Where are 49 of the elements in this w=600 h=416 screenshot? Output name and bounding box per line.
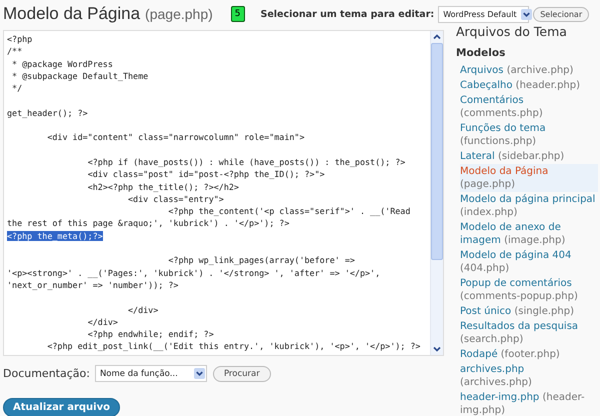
template-link[interactable]: Funções do tema (functions.php) <box>460 121 598 149</box>
template-link[interactable]: Comentários (comments.php) <box>460 93 598 121</box>
update-file-button[interactable]: Atualizar arquivo <box>3 398 120 416</box>
code-line: '<p><strong>' . __('Pages:', 'kubrick') . '</strong> ', 'after' => '</p>', <box>7 268 380 278</box>
scrollbar[interactable] <box>430 31 443 355</box>
template-link[interactable]: Post único (single.php) <box>460 304 598 319</box>
code-line: <div class="entry"> <box>127 194 224 204</box>
code-line: <?php if (have_posts()) : while (have_posts()) : the_post(); ?> <box>86 156 406 167</box>
code-line: <?php wp_link_pages(array('before' => <box>167 255 355 266</box>
code-line: */ <box>11 83 22 94</box>
file-name: (page.php) <box>145 6 213 22</box>
code-line: the rest of this page &raquo;', 'kubrick') . '</p>'); ?> <box>7 218 290 228</box>
function-select[interactable]: Nome da função... <box>94 365 207 382</box>
code-line: * @subpackage Default_Theme <box>11 70 148 81</box>
template-link[interactable]: Modelo de página 404 (404.php) <box>460 248 598 276</box>
template-link[interactable]: Modelo da página principal (index.php) <box>460 192 598 220</box>
search-button[interactable]: Procurar <box>212 366 271 382</box>
select-button[interactable]: Selecionar <box>533 6 590 22</box>
code-line: <div class="post" id="post-<?php the_ID(); ?>"> <box>86 169 325 180</box>
code-line: * @package WordPress <box>11 58 113 69</box>
template-link[interactable]: Modelo da Página (page.php) <box>460 164 598 192</box>
code-line: 'next_or_number' => 'number')); ?> <box>7 280 178 290</box>
code-line: <h2><?php the_title(); ?></h2> <box>86 182 239 192</box>
theme-select[interactable]: WordPress Default <box>438 6 530 22</box>
template-link[interactable]: Rodapé (footer.php) <box>460 347 598 362</box>
theme-label: Selecionar um tema para editar: <box>260 8 434 20</box>
template-link[interactable]: Lateral (sidebar.php) <box>460 149 598 164</box>
page-title: Modelo da Página <box>3 4 140 23</box>
sidebar-title: Arquivos do Tema <box>456 24 568 39</box>
template-link[interactable]: Resultados da pesquisa (search.php) <box>460 319 598 347</box>
template-link[interactable]: archives.php (archives.php) <box>460 362 598 390</box>
template-link[interactable]: Popup de comentários (comments-popup.php) <box>460 276 598 304</box>
documentation-label: Documentação: <box>3 367 90 380</box>
code-line: /** <box>7 46 22 56</box>
code-line: <?php the_content('<p class="serif">' . __('Read <box>167 206 410 216</box>
code-line: <?php edit_post_link(__('Edit this entry.', 'kubrick'), '<p>', '</p>'); ?> <box>46 341 420 352</box>
code-editor[interactable] <box>3 30 444 356</box>
template-link[interactable]: Modelo de anexo de imagem (image.php) <box>460 220 598 248</box>
code-line: <?php endwhile; endif; ?> <box>86 329 214 340</box>
code-line: <div id="content" class="narrowcolumn" role="main"> <box>46 132 304 142</box>
code-line: <?php <box>7 34 32 44</box>
code-line: get_header(); ?> <box>7 108 88 118</box>
code-line: </div> <box>86 316 118 327</box>
code-line: </div> <box>127 304 158 315</box>
template-link[interactable]: Arquivos (archive.php) <box>460 63 598 78</box>
template-link[interactable]: Cabeçalho (header.php) <box>460 78 598 93</box>
template-link[interactable]: header-img.php (header-img.php) <box>460 390 598 416</box>
section-heading: Modelos <box>456 47 506 59</box>
number-badge: 5 <box>230 6 244 22</box>
